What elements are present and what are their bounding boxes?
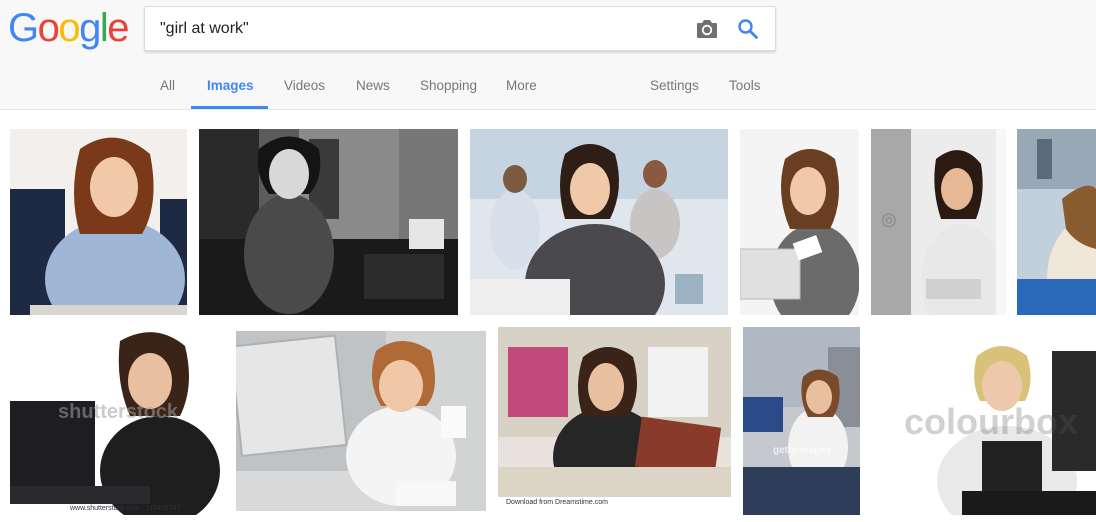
tab-news[interactable]: News: [356, 78, 390, 93]
search-icon[interactable]: [737, 18, 759, 40]
image-result-9[interactable]: Download from Dreamstime.com: [498, 327, 731, 515]
image-thumbnail-2: [199, 129, 458, 315]
logo-letter-o2: o: [58, 6, 80, 50]
image-thumbnail-6: [1017, 129, 1096, 315]
image-thumbnail-1: [10, 129, 187, 315]
tab-more[interactable]: More: [506, 78, 537, 93]
tab-tools[interactable]: Tools: [729, 78, 761, 93]
image-result-11[interactable]: colourbox: [872, 331, 1096, 515]
logo-letter-g2: g: [79, 6, 101, 50]
image-result-5[interactable]: ◎: [871, 129, 1006, 315]
image-result-4[interactable]: [740, 129, 859, 315]
active-tab-indicator: [191, 106, 268, 109]
image-result-10[interactable]: gettyimages: [743, 327, 860, 515]
image-result-2[interactable]: [199, 129, 458, 315]
google-logo[interactable]: Google: [8, 6, 129, 50]
search-box: [144, 6, 776, 51]
image-thumbnail-10: [743, 327, 860, 515]
dreamstime-credit: Download from Dreamstime.com: [506, 499, 608, 506]
image-result-3[interactable]: [470, 129, 728, 315]
tab-bar: All Images Videos News Shopping More Set…: [0, 64, 1096, 110]
search-input[interactable]: [160, 7, 680, 50]
logo-letter-g: G: [8, 6, 39, 50]
image-thumbnail-8: [236, 331, 486, 511]
tab-settings[interactable]: Settings: [650, 78, 699, 93]
image-thumbnail-7: [10, 331, 224, 515]
header: Google All Images Videos News Shopping M…: [0, 0, 1096, 110]
image-thumbnail-9: [498, 327, 731, 515]
shutterstock-credit: www.shutterstock.com · 114436747: [70, 505, 181, 512]
image-thumbnail-3: [470, 129, 728, 315]
image-thumbnail-11: [872, 331, 1096, 515]
tab-all[interactable]: All: [160, 78, 175, 93]
image-thumbnail-4: [740, 129, 859, 315]
logo-letter-e: e: [107, 6, 129, 50]
tab-videos[interactable]: Videos: [284, 78, 325, 93]
image-result-1[interactable]: [10, 129, 187, 315]
image-result-6[interactable]: [1017, 129, 1096, 315]
image-thumbnail-5: [871, 129, 1006, 315]
image-result-7[interactable]: shutterstock www.shutterstock.com · 1144…: [10, 331, 224, 515]
image-result-8[interactable]: [236, 331, 486, 511]
tab-images[interactable]: Images: [207, 78, 254, 93]
logo-letter-l: l: [99, 6, 109, 50]
tab-shopping[interactable]: Shopping: [420, 78, 477, 93]
camera-icon[interactable]: [695, 18, 719, 40]
logo-letter-o1: o: [37, 6, 60, 50]
